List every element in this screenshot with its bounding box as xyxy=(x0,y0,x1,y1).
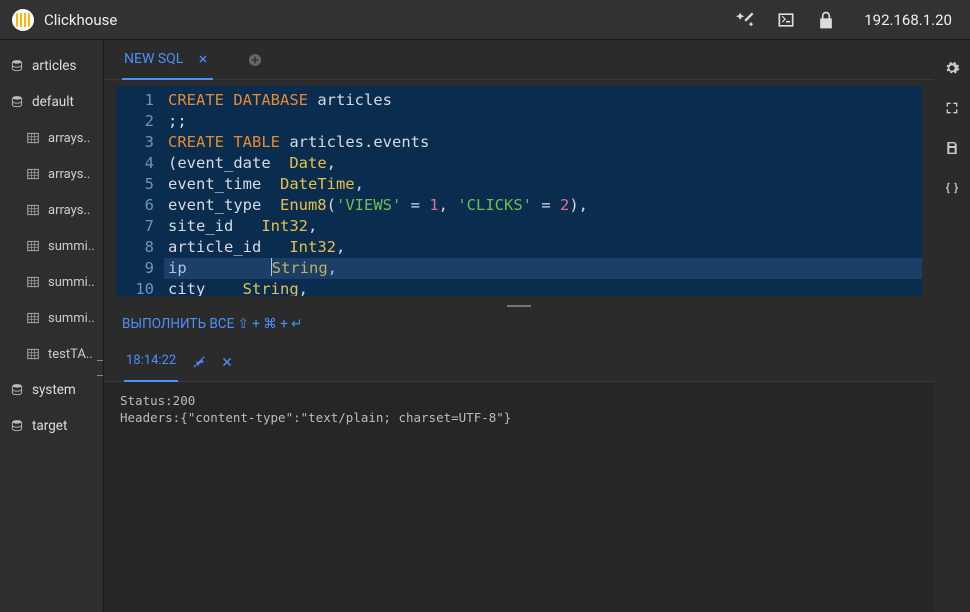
close-icon[interactable] xyxy=(220,355,234,369)
sidebar-table[interactable]: summi.. xyxy=(0,264,103,300)
sidebar-db-system[interactable]: system xyxy=(0,372,103,408)
sidebar-table[interactable]: testTA.. xyxy=(0,336,103,372)
editor-wrap: 123456789101112131415 CREATE DATABASE ar… xyxy=(104,80,934,296)
run-all-button[interactable]: ВЫПОЛНИТЬ ВСЕ ⇧ + ⌘ + ↵ xyxy=(104,316,934,342)
tab-label: NEW SQL xyxy=(124,51,183,67)
sidebar: articles default arrays.. arrays.. arrays.. s… xyxy=(0,40,104,612)
table-label: arrays.. xyxy=(48,203,90,218)
right-toolstrip xyxy=(934,40,970,612)
close-icon[interactable] xyxy=(197,53,209,65)
table-label: summi.. xyxy=(48,311,95,326)
app-logo xyxy=(12,9,34,31)
table-label: summi.. xyxy=(48,275,95,290)
add-tab-icon[interactable] xyxy=(247,52,263,68)
fullscreen-icon[interactable] xyxy=(944,100,960,116)
code-area[interactable]: CREATE DATABASE articles;;CREATE TABLE a… xyxy=(164,86,922,296)
result-output[interactable]: Status:200 Headers:{"content-type":"text… xyxy=(104,382,934,612)
host-ip: 192.168.1.20 xyxy=(864,11,952,29)
sidebar-table[interactable]: summi.. xyxy=(0,300,103,336)
terminal-icon[interactable] xyxy=(776,10,796,30)
sidebar-table[interactable]: arrays.. xyxy=(0,120,103,156)
table-label: arrays.. xyxy=(48,167,90,182)
save-icon[interactable] xyxy=(944,140,960,156)
main-area: articles default arrays.. arrays.. arrays.. s… xyxy=(0,40,970,612)
db-label: target xyxy=(32,418,67,434)
editor-column: NEW SQL 123456789101112131415 CREATE DAT… xyxy=(104,40,934,612)
sidebar-db-default[interactable]: default xyxy=(0,84,103,120)
magic-icon[interactable] xyxy=(736,10,756,30)
table-label: summi.. xyxy=(48,239,95,254)
sidebar-resize-handle[interactable] xyxy=(97,360,104,376)
horizontal-split-handle[interactable] xyxy=(104,296,934,316)
run-all-label: ВЫПОЛНИТЬ ВСЕ ⇧ + ⌘ + ↵ xyxy=(122,316,302,332)
result-time: 18:14:22 xyxy=(126,353,176,368)
db-label: system xyxy=(32,382,76,398)
braces-icon[interactable] xyxy=(944,180,960,196)
sidebar-db-target[interactable]: target xyxy=(0,408,103,444)
tab-new-sql[interactable]: NEW SQL xyxy=(122,40,213,80)
app-title: Clickhouse xyxy=(44,11,117,29)
unpin-icon[interactable] xyxy=(192,355,206,369)
sidebar-db-articles[interactable]: articles xyxy=(0,48,103,84)
content: NEW SQL 123456789101112131415 CREATE DAT… xyxy=(104,40,970,612)
db-label: articles xyxy=(32,58,76,74)
sql-editor[interactable]: 123456789101112131415 CREATE DATABASE ar… xyxy=(116,86,922,296)
top-bar: Clickhouse 192.168.1.20 xyxy=(0,0,970,40)
lock-icon[interactable] xyxy=(816,10,836,30)
result-tab-bar: 18:14:22 xyxy=(104,342,934,382)
sidebar-table[interactable]: summi.. xyxy=(0,228,103,264)
active-line-highlight xyxy=(164,258,922,279)
result-tab[interactable]: 18:14:22 xyxy=(124,342,178,382)
db-label: default xyxy=(32,94,74,110)
table-label: arrays.. xyxy=(48,131,90,146)
tab-bar: NEW SQL xyxy=(104,40,934,80)
gear-icon[interactable] xyxy=(944,60,960,76)
sidebar-table[interactable]: arrays.. xyxy=(0,156,103,192)
table-label: testTA.. xyxy=(48,347,93,362)
sidebar-table[interactable]: arrays.. xyxy=(0,192,103,228)
line-gutter: 123456789101112131415 xyxy=(116,86,164,296)
